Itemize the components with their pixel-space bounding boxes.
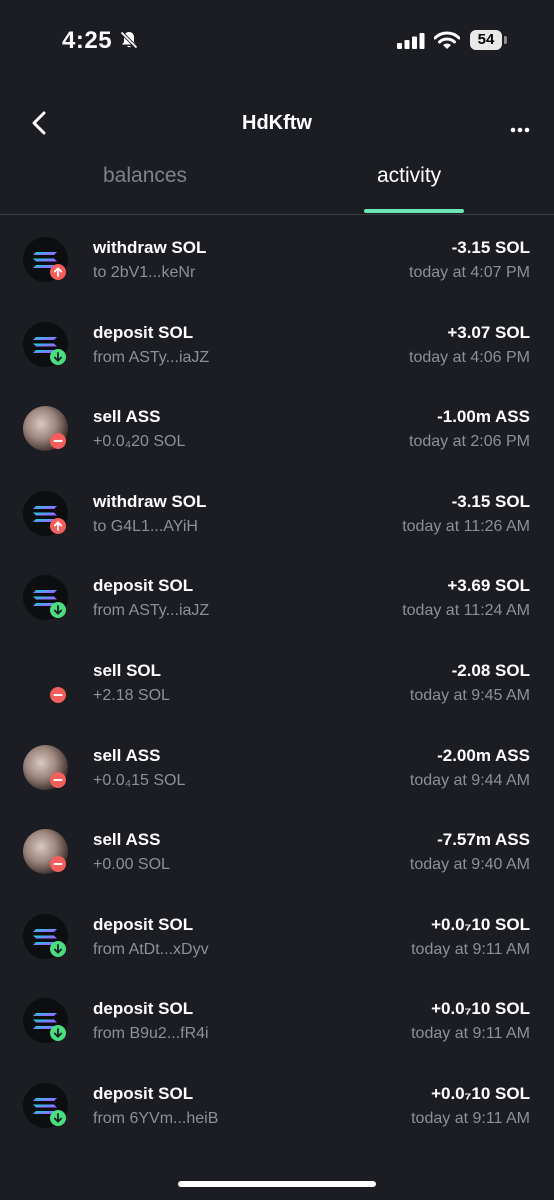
- home-indicator[interactable]: [178, 1181, 376, 1187]
- activity-row[interactable]: deposit SOL from ASTy...iaJZ +3.69 SOL toda…: [0, 558, 554, 643]
- arrow-up-badge-icon: [50, 517, 66, 534]
- activity-amount: +3.07 SOL: [447, 322, 530, 342]
- activity-time: today at 4:07 PM: [409, 264, 530, 281]
- arrow-down-badge-icon: [50, 940, 66, 957]
- activity-subtitle: from 6YVm...heiB: [93, 1109, 219, 1127]
- activity-amount: -1.00m ASS: [437, 407, 530, 427]
- activity-amount: +0.0₇10 SOL: [431, 914, 530, 934]
- activity-row[interactable]: sell SOL +2.18 SOL -2.08 SOL today at 9:45 …: [0, 643, 554, 728]
- activity-subtitle: from AtDt...xDyv: [93, 940, 209, 958]
- activity-row[interactable]: sell ASS +0.0₄15 SOL -2.00m ASS today at 9:…: [0, 728, 554, 813]
- arrow-down-badge-icon: [50, 602, 66, 619]
- activity-title: deposit SOL: [93, 322, 194, 342]
- activity-subtitle: +0.00 SOL: [93, 856, 170, 874]
- activity-amount: -3.15 SOL: [451, 238, 530, 257]
- activity-subtitle: from ASTy...iaJZ: [93, 602, 210, 620]
- activity-amount: +3.69 SOL: [447, 576, 530, 596]
- minus-badge-icon: [50, 771, 66, 788]
- battery-tip: [504, 36, 507, 44]
- activity-subtitle: +2.18 SOL: [93, 686, 170, 704]
- nav-bar: HdKftw: [0, 95, 554, 151]
- minus-badge-icon: [50, 686, 66, 703]
- activity-subtitle: to 2bV1...keNr: [93, 264, 196, 281]
- activity-row[interactable]: deposit SOL from AtDt...xDyv +0.0₇10 SOL to…: [0, 897, 554, 982]
- battery-indicator: 54: [470, 30, 502, 50]
- activity-title: withdraw SOL: [93, 491, 207, 511]
- tab-bar: balances activity: [0, 150, 554, 215]
- activity-title: sell ASS: [93, 745, 161, 765]
- activity-title: deposit SOL: [93, 999, 194, 1019]
- activity-time: today at 9:45 AM: [409, 686, 530, 704]
- activity-amount: +0.0₇10 SOL: [431, 999, 530, 1019]
- activity-subtitle: to G4L1...AYiH: [93, 517, 198, 535]
- arrow-down-badge-icon: [50, 1109, 66, 1126]
- tab-activity[interactable]: activity: [377, 164, 441, 188]
- activity-title: sell ASS: [93, 407, 161, 427]
- activity-time: today at 9:40 AM: [409, 856, 530, 874]
- cellular-signal-icon: [397, 33, 425, 54]
- bell-muted-icon: [119, 30, 139, 55]
- activity-amount: -2.00m ASS: [437, 745, 530, 765]
- active-tab-indicator: [364, 209, 464, 213]
- activity-time: today at 9:44 AM: [409, 771, 530, 789]
- activity-time: today at 2:06 PM: [409, 433, 530, 451]
- activity-subtitle: +0.0₄20 SOL: [93, 433, 186, 451]
- activity-amount: -2.08 SOL: [451, 660, 530, 680]
- activity-title: deposit SOL: [93, 914, 194, 934]
- activity-time: today at 11:26 AM: [402, 517, 530, 535]
- activity-amount: +0.0₇10 SOL: [431, 1083, 530, 1103]
- activity-title: sell ASS: [93, 830, 161, 850]
- activity-title: sell SOL: [93, 660, 162, 680]
- activity-row[interactable]: deposit SOL from ASTy...iaJZ +3.07 SOL toda…: [0, 305, 554, 390]
- activity-list: withdraw SOL to 2bV1...keNr -3.15 SOL today…: [0, 220, 554, 1151]
- activity-row[interactable]: sell ASS +0.00 SOL -7.57m ASS today at 9:40…: [0, 812, 554, 897]
- minus-badge-icon: [50, 433, 66, 450]
- status-bar: 4:25 54: [0, 0, 554, 80]
- activity-title: withdraw SOL: [93, 238, 207, 257]
- activity-row[interactable]: withdraw SOL to 2bV1...keNr -3.15 SOL today…: [0, 220, 554, 305]
- activity-title: deposit SOL: [93, 576, 194, 596]
- more-options-icon[interactable]: [510, 120, 530, 138]
- activity-time: today at 9:11 AM: [411, 1109, 530, 1127]
- activity-title: deposit SOL: [93, 1083, 194, 1103]
- activity-amount: -7.57m ASS: [437, 830, 530, 850]
- activity-row[interactable]: sell ASS +0.0₄20 SOL -1.00m ASS today at 2:…: [0, 389, 554, 474]
- activity-amount: -3.15 SOL: [451, 491, 530, 511]
- wifi-icon: [433, 31, 461, 55]
- tab-balances[interactable]: balances: [103, 164, 187, 188]
- arrow-up-badge-icon: [50, 264, 66, 280]
- activity-time: today at 9:11 AM: [411, 1025, 530, 1043]
- arrow-down-badge-icon: [50, 348, 66, 365]
- activity-row[interactable]: deposit SOL from 6YVm...heiB +0.0₇10 SOL to…: [0, 1066, 554, 1151]
- activity-time: today at 9:11 AM: [411, 940, 530, 958]
- activity-subtitle: +0.0₄15 SOL: [93, 771, 186, 789]
- minus-badge-icon: [50, 856, 66, 873]
- page-title: HdKftw: [242, 112, 312, 134]
- activity-subtitle: from ASTy...iaJZ: [93, 348, 210, 366]
- activity-row[interactable]: deposit SOL from B9u2...fR4i +0.0₇10 SOL to…: [0, 981, 554, 1066]
- activity-row[interactable]: withdraw SOL to G4L1...AYiH -3.15 SOL today…: [0, 474, 554, 559]
- activity-time: today at 4:06 PM: [409, 348, 530, 366]
- arrow-down-badge-icon: [50, 1025, 66, 1042]
- status-time: 4:25: [62, 27, 113, 54]
- activity-subtitle: from B9u2...fR4i: [93, 1025, 209, 1043]
- activity-time: today at 11:24 AM: [402, 602, 530, 620]
